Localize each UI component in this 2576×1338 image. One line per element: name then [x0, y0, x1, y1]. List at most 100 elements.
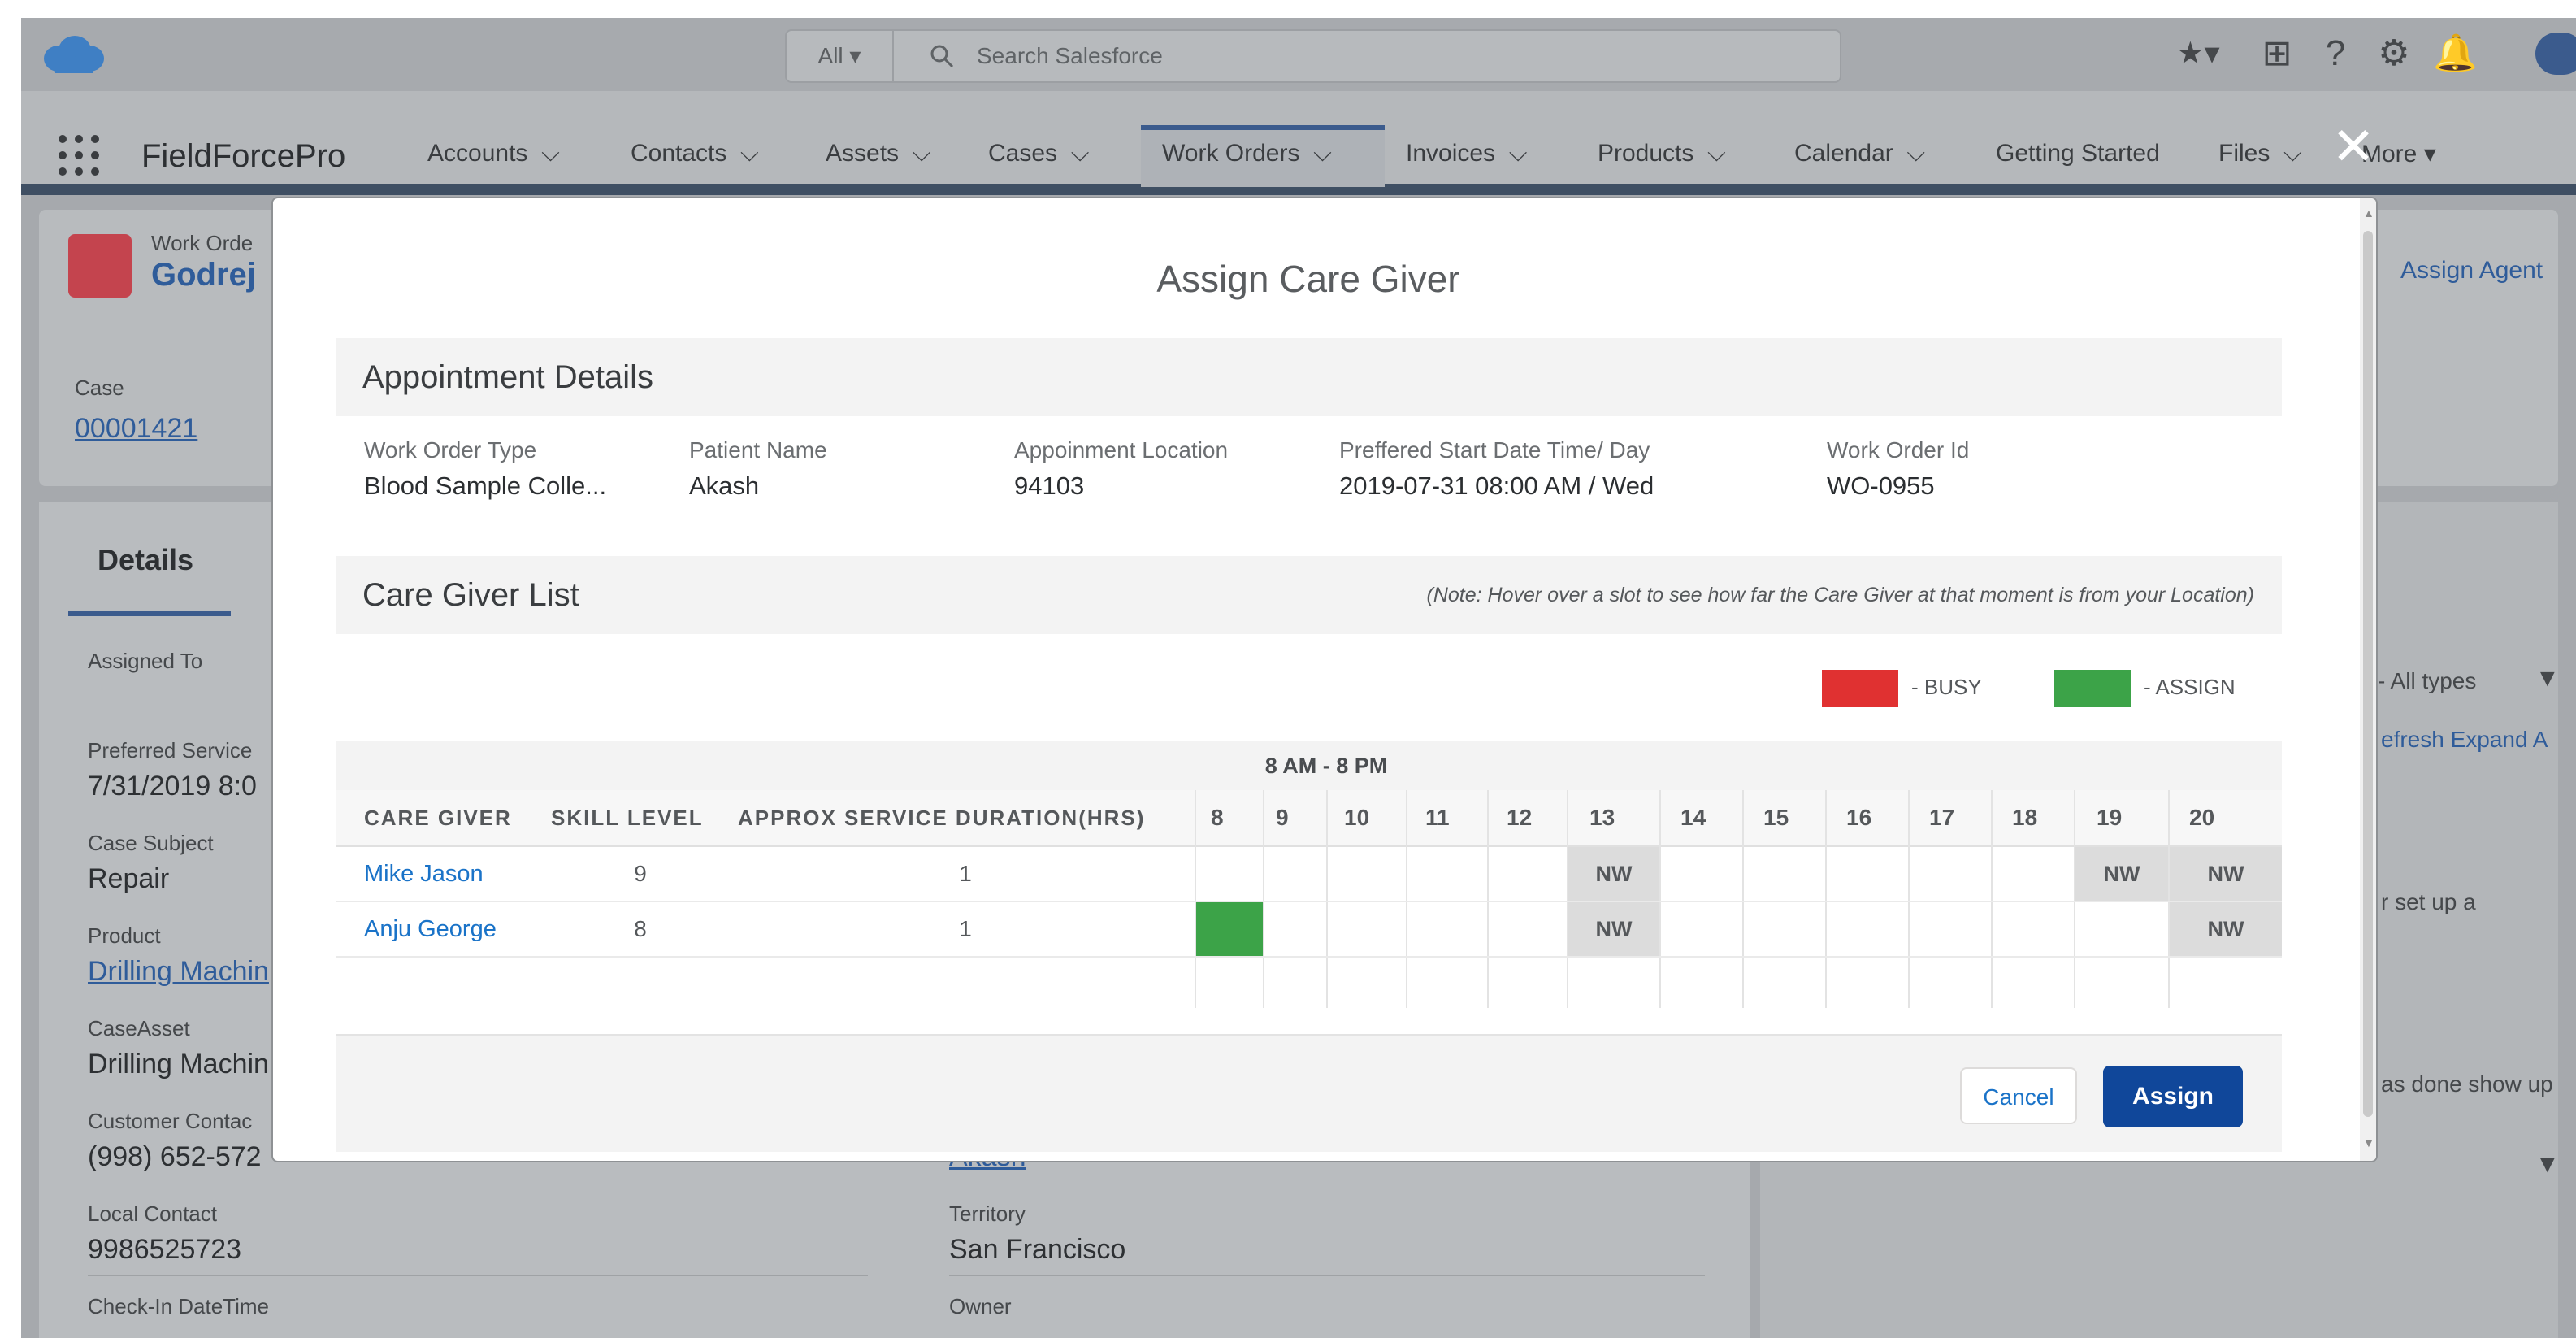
- activity-filter[interactable]: - All types: [2378, 668, 2476, 694]
- cancel-button[interactable]: Cancel: [1960, 1067, 2077, 1124]
- app-launcher-grid-icon[interactable]: [57, 133, 101, 177]
- field-value-territory: San Francisco: [949, 1234, 1126, 1265]
- field-value-customer-contact: (998) 652-572: [88, 1141, 262, 1172]
- care-giver-link[interactable]: Anju George: [364, 902, 497, 956]
- field-label-check-in: Check-In DateTime: [88, 1294, 269, 1318]
- field-label-case-asset: CaseAsset: [88, 1016, 190, 1040]
- slot-12[interactable]: [1489, 902, 1567, 956]
- modal-footer: Cancel Assign: [336, 1034, 2282, 1152]
- nav-item-work-orders[interactable]: Work Orders ⌵: [1162, 140, 1332, 167]
- hour-head-18: 18: [2012, 805, 2038, 830]
- hour-head-16: 16: [1846, 805, 1872, 830]
- slot-17[interactable]: [1910, 847, 1991, 901]
- nav-item-calendar[interactable]: Calendar ⌵: [1794, 140, 1925, 167]
- slot-9[interactable]: [1264, 847, 1326, 901]
- appt-label-patient-name: Patient Name: [689, 437, 827, 463]
- record-title: Godrej: [151, 257, 256, 293]
- slot-18[interactable]: [1993, 902, 2074, 956]
- care-giver-link[interactable]: Mike Jason: [364, 847, 484, 901]
- tab-details[interactable]: Details: [98, 543, 193, 577]
- slot-10[interactable]: [1328, 847, 1406, 901]
- slot-20-not-working[interactable]: NW: [2170, 902, 2282, 956]
- case-link[interactable]: 00001421: [75, 413, 197, 445]
- slot-17[interactable]: [1910, 902, 1991, 956]
- modal-scrollbar-thumb[interactable]: [2363, 231, 2373, 1117]
- slot-14[interactable]: [1661, 847, 1742, 901]
- nav-item-accounts[interactable]: Accounts ⌵: [427, 140, 560, 167]
- hour-head-8: 8: [1211, 805, 1224, 830]
- nav-item-assets[interactable]: Assets ⌵: [826, 140, 930, 167]
- app-name: FieldForcePro: [141, 138, 346, 174]
- help-icon[interactable]: ?: [2314, 33, 2357, 75]
- nav-item-invoices[interactable]: Invoices ⌵: [1406, 140, 1527, 167]
- slot-18[interactable]: [1993, 847, 2074, 901]
- skill-level-cell: 8: [634, 916, 647, 941]
- duration-cell: 1: [959, 861, 972, 886]
- assign-agent-button[interactable]: Assign Agent: [2400, 257, 2543, 285]
- appointment-details-title: Appointment Details: [362, 359, 653, 395]
- field-value-case-asset: Drilling Machin: [88, 1049, 269, 1080]
- assign-button[interactable]: Assign: [2103, 1066, 2243, 1127]
- appt-value-patient-name: Akash: [689, 471, 760, 500]
- favorites-star-icon[interactable]: ★▾: [2162, 33, 2235, 75]
- activity-links[interactable]: efresh Expand A: [2381, 727, 2548, 753]
- salesforce-cloud-logo[interactable]: [41, 33, 106, 76]
- field-value-case-subject: Repair: [88, 863, 170, 894]
- nav-item-contacts[interactable]: Contacts ⌵: [631, 140, 759, 167]
- slot-9[interactable]: [1264, 902, 1326, 956]
- notification-bell-icon[interactable]: 🔔: [2433, 33, 2478, 75]
- field-value-local-contact: 9986525723: [88, 1234, 242, 1265]
- hour-head-12: 12: [1507, 805, 1533, 830]
- field-label-preferred-service: Preferred Service: [88, 738, 253, 762]
- nav-item-getting-started[interactable]: Getting Started: [1996, 140, 2160, 167]
- slot-16[interactable]: [1827, 847, 1908, 901]
- slot-10[interactable]: [1328, 902, 1406, 956]
- work-order-record-icon: [68, 234, 132, 298]
- nav-item-files[interactable]: Files ⌵: [2218, 140, 2302, 167]
- details-tab-underline: [68, 611, 231, 616]
- scroll-down-icon[interactable]: ▼: [2363, 1137, 2374, 1149]
- search-icon: [930, 45, 954, 68]
- slot-11[interactable]: [1407, 902, 1487, 956]
- slot-8-assign[interactable]: [1196, 902, 1263, 956]
- slot-16[interactable]: [1827, 902, 1908, 956]
- avatar[interactable]: [2535, 33, 2576, 75]
- filter-dropdown-icon[interactable]: ▼: [2535, 665, 2560, 693]
- slot-8[interactable]: [1196, 847, 1263, 901]
- field-label-territory: Territory: [949, 1201, 1026, 1226]
- hour-head-14: 14: [1680, 805, 1706, 830]
- appt-label-work-order-type: Work Order Type: [364, 437, 537, 463]
- search-input[interactable]: Search Salesforce: [977, 31, 1163, 81]
- slot-13-not-working[interactable]: NW: [1568, 847, 1659, 901]
- nav-item-cases[interactable]: Cases ⌵: [988, 140, 1089, 167]
- activity-dropdown-icon[interactable]: ▼: [2535, 1151, 2560, 1179]
- modal-close-icon[interactable]: ✕: [2329, 120, 2378, 172]
- appt-label-work-order-id: Work Order Id: [1827, 437, 1970, 463]
- add-icon[interactable]: ⊞: [2256, 33, 2298, 75]
- slot-11[interactable]: [1407, 847, 1487, 901]
- global-search[interactable]: All ▾ Search Salesforce: [785, 29, 1841, 83]
- slot-19[interactable]: [2075, 902, 2168, 956]
- scroll-up-icon[interactable]: ▲: [2363, 207, 2374, 219]
- nav-item-products[interactable]: Products ⌵: [1598, 140, 1726, 167]
- appt-label-preferred-start: Preffered Start Date Time/ Day: [1339, 437, 1650, 463]
- gear-icon[interactable]: ⚙: [2373, 33, 2415, 75]
- appointment-details-header: Appointment Details: [336, 338, 2282, 416]
- hour-head-20: 20: [2189, 805, 2215, 830]
- slot-15[interactable]: [1744, 902, 1825, 956]
- skill-level-cell: 9: [634, 861, 647, 886]
- slot-14[interactable]: [1661, 902, 1742, 956]
- slot-12[interactable]: [1489, 847, 1567, 901]
- hour-head-13: 13: [1589, 805, 1615, 830]
- activity-text-1: r set up a: [2381, 889, 2476, 914]
- table-row: Mike Jason 9 1 NW NW NW: [336, 847, 2282, 902]
- field-divider-right: [949, 1275, 1705, 1276]
- slot-20-not-working[interactable]: NW: [2170, 847, 2282, 901]
- slot-13-not-working[interactable]: NW: [1568, 902, 1659, 956]
- slot-19-not-working[interactable]: NW: [2075, 847, 2168, 901]
- field-value-product[interactable]: Drilling Machin: [88, 956, 269, 988]
- slot-15[interactable]: [1744, 847, 1825, 901]
- search-scope-dropdown[interactable]: All ▾: [787, 31, 894, 81]
- appt-value-work-order-type: Blood Sample Colle...: [364, 471, 607, 500]
- col-head-duration: APPROX SERVICE DURATION(HRS): [738, 806, 1146, 830]
